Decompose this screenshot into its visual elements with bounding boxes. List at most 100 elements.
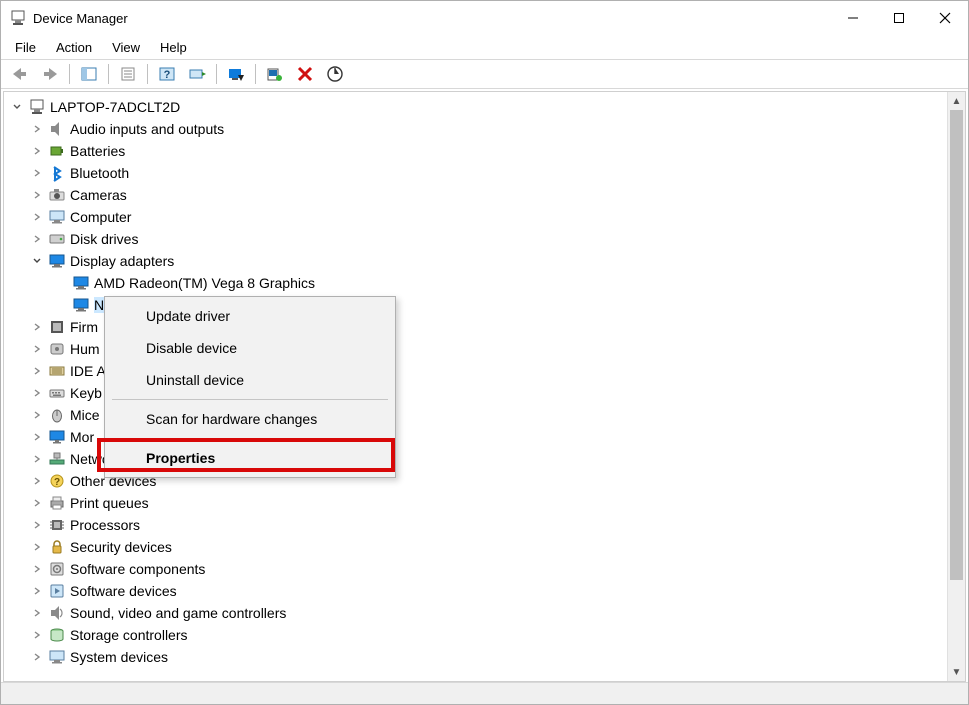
tree-category[interactable]: Display adapters [8, 250, 947, 272]
scroll-track[interactable] [948, 110, 965, 663]
tree-category[interactable]: Print queues [8, 492, 947, 514]
expand-icon[interactable] [32, 432, 48, 442]
expand-icon[interactable] [32, 234, 48, 244]
properties-button[interactable] [114, 61, 142, 87]
tree-device-label: AMD Radeon(TM) Vega 8 Graphics [94, 275, 323, 291]
context-menu-item-label: Disable device [146, 340, 237, 356]
tree-category[interactable]: Computer [8, 206, 947, 228]
other-icon: ? [48, 472, 66, 490]
maximize-button[interactable] [876, 1, 922, 35]
expand-icon[interactable] [32, 168, 48, 178]
update-driver-button[interactable] [183, 61, 211, 87]
expand-icon[interactable] [32, 322, 48, 332]
expand-icon[interactable] [32, 498, 48, 508]
menu-view[interactable]: View [102, 37, 150, 58]
expand-icon[interactable] [32, 410, 48, 420]
expand-icon[interactable] [32, 190, 48, 200]
scrollbar[interactable]: ▲ ▼ [947, 92, 965, 681]
statusbar [1, 682, 968, 704]
tree-root[interactable]: LAPTOP-7ADCLT2D [8, 96, 947, 118]
computer-icon [28, 98, 46, 116]
keyboard-icon [48, 384, 66, 402]
display-icon [48, 252, 66, 270]
expand-icon[interactable] [32, 564, 48, 574]
tree-category[interactable]: Processors [8, 514, 947, 536]
camera-icon [48, 186, 66, 204]
scroll-thumb[interactable] [950, 110, 963, 580]
help-button[interactable]: ? [153, 61, 181, 87]
context-menu-item[interactable]: Scan for hardware changes [108, 403, 392, 435]
sound-icon [48, 604, 66, 622]
scroll-down-icon[interactable]: ▼ [948, 663, 965, 681]
expand-icon[interactable] [32, 388, 48, 398]
tree-category[interactable]: Sound, video and game controllers [8, 602, 947, 624]
scan-hardware-button[interactable] [261, 61, 289, 87]
expand-icon[interactable] [32, 520, 48, 530]
storage-icon [48, 626, 66, 644]
app-icon [9, 9, 27, 27]
context-menu-item[interactable]: Uninstall device [108, 364, 392, 396]
context-menu-item-label: Properties [146, 450, 215, 466]
uninstall-device-button[interactable] [291, 61, 319, 87]
toolbar-separator [147, 64, 148, 84]
expand-icon[interactable] [32, 366, 48, 376]
tree-category[interactable]: Disk drives [8, 228, 947, 250]
tree-category-label: Software components [70, 561, 213, 577]
menu-action[interactable]: Action [46, 37, 102, 58]
toolbar: ? [1, 59, 968, 89]
tree-device[interactable]: AMD Radeon(TM) Vega 8 Graphics [8, 272, 947, 294]
expand-icon[interactable] [32, 454, 48, 464]
disk-icon [48, 230, 66, 248]
collapse-icon[interactable] [12, 102, 28, 112]
tree-category[interactable]: Storage controllers [8, 624, 947, 646]
enable-device-button[interactable] [321, 61, 349, 87]
context-menu-item[interactable]: Update driver [108, 300, 392, 332]
context-menu-item[interactable]: Properties [108, 442, 392, 474]
collapse-icon[interactable] [32, 256, 48, 266]
expand-icon[interactable] [32, 608, 48, 618]
menu-help[interactable]: Help [150, 37, 197, 58]
tree-category[interactable]: Software components [8, 558, 947, 580]
network-icon [48, 450, 66, 468]
tree-category[interactable]: Bluetooth [8, 162, 947, 184]
tree-category[interactable]: Batteries [8, 140, 947, 162]
computer-icon [48, 208, 66, 226]
show-hide-console-tree-button[interactable] [75, 61, 103, 87]
expand-icon[interactable] [32, 586, 48, 596]
tree-category[interactable]: Security devices [8, 536, 947, 558]
expand-icon[interactable] [32, 212, 48, 222]
disable-device-button[interactable] [222, 61, 250, 87]
back-button[interactable] [6, 61, 34, 87]
tree-category[interactable]: Cameras [8, 184, 947, 206]
expand-icon[interactable] [32, 146, 48, 156]
minimize-button[interactable] [830, 1, 876, 35]
tree-category-label: Mor [70, 429, 102, 445]
tree-category[interactable]: Audio inputs and outputs [8, 118, 947, 140]
context-menu-item[interactable]: Disable device [108, 332, 392, 364]
mouse-icon [48, 406, 66, 424]
firmware-icon [48, 318, 66, 336]
window-controls [830, 1, 968, 35]
tree-category[interactable]: Software devices [8, 580, 947, 602]
expand-icon[interactable] [32, 124, 48, 134]
toolbar-separator [108, 64, 109, 84]
forward-button[interactable] [36, 61, 64, 87]
device-tree[interactable]: LAPTOP-7ADCLT2D Audio inputs and outputs… [4, 92, 947, 681]
tree-root-label: LAPTOP-7ADCLT2D [50, 99, 188, 115]
expand-icon[interactable] [32, 652, 48, 662]
menu-file[interactable]: File [5, 37, 46, 58]
expand-icon[interactable] [32, 630, 48, 640]
close-button[interactable] [922, 1, 968, 35]
tree-category-label: Security devices [70, 539, 180, 555]
display-icon [72, 274, 90, 292]
expand-icon[interactable] [32, 344, 48, 354]
tree-category-label: System devices [70, 649, 176, 665]
expand-icon[interactable] [32, 542, 48, 552]
expand-icon[interactable] [32, 476, 48, 486]
tree-category-label: Sound, video and game controllers [70, 605, 294, 621]
bluetooth-icon [48, 164, 66, 182]
tree-category-label: Display adapters [70, 253, 182, 269]
tree-category[interactable]: System devices [8, 646, 947, 668]
context-menu-separator [112, 438, 388, 439]
scroll-up-icon[interactable]: ▲ [948, 92, 965, 110]
